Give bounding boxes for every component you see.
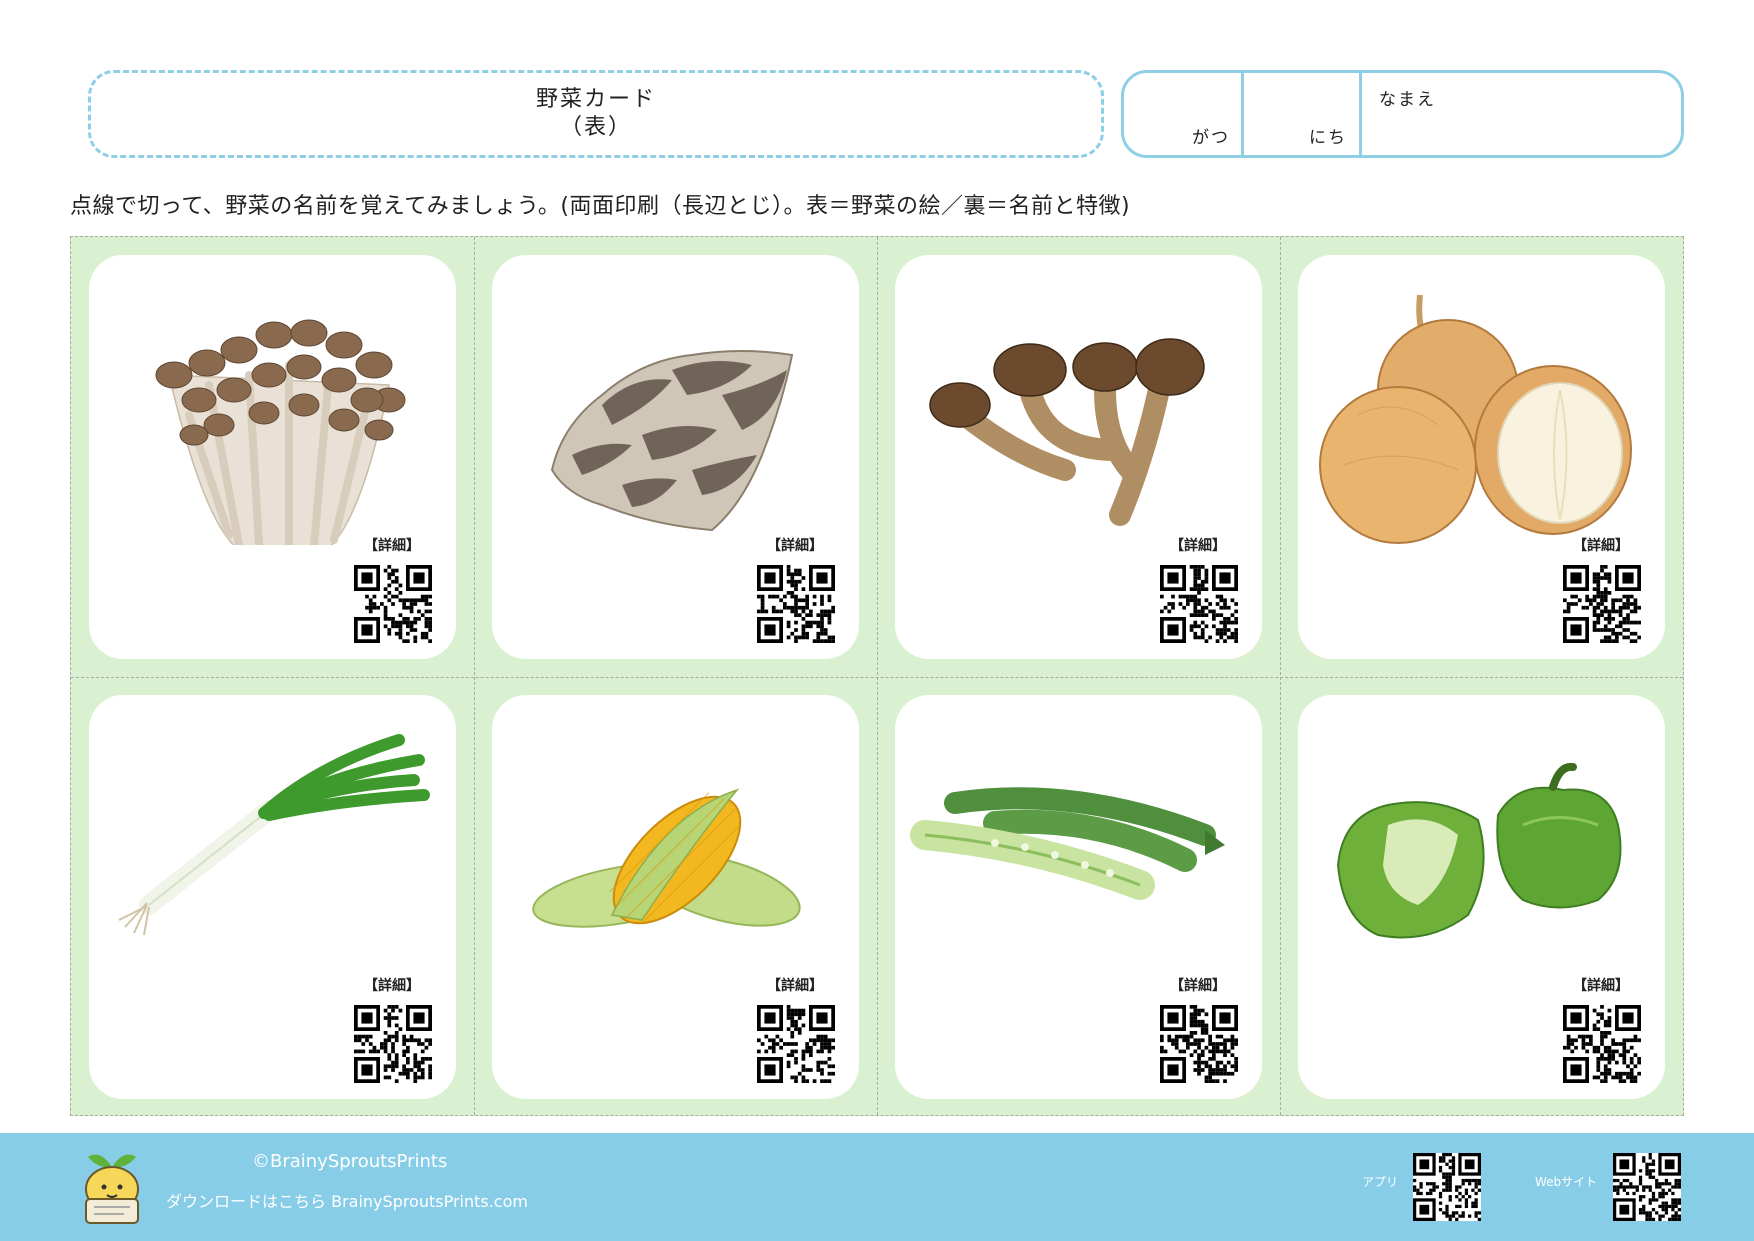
qr-code[interactable] <box>1160 565 1238 643</box>
vegetable-card: 【詳細】 <box>492 695 859 1099</box>
app-qr-code[interactable] <box>1413 1153 1481 1221</box>
qr-code[interactable] <box>757 1005 835 1083</box>
date-name-box: がつ にち なまえ <box>1121 70 1684 158</box>
green-pepper-image <box>1336 762 1622 939</box>
vegetable-card: 【詳細】 <box>895 255 1262 659</box>
card-grid: 【詳細】 【詳細】 【詳細】 【詳細】 【詳細】 【詳細】 【詳細】 【詳細】 <box>70 236 1684 1116</box>
matsutake-mushroom-image <box>929 338 1205 526</box>
detail-label: 【詳細】 <box>1170 978 1226 994</box>
vegetable-card: 【詳細】 <box>89 255 456 659</box>
page-title: 野菜カード <box>535 87 656 112</box>
qr-code[interactable] <box>354 1005 432 1083</box>
detail-label: 【詳細】 <box>767 538 823 554</box>
download-link[interactable]: ダウンロードはこちら BrainySproutsPrints.com <box>166 1188 528 1212</box>
day-label: にち <box>1309 128 1347 148</box>
month-label: がつ <box>1192 128 1230 148</box>
page-subtitle: （表） <box>559 115 632 140</box>
qr-code[interactable] <box>1160 1005 1238 1083</box>
title-box: 野菜カード （表） <box>88 70 1104 158</box>
instructions: 点線で切って、野菜の名前を覚えてみましょう。(両面印刷（長辺とじ）。表＝野菜の絵… <box>70 194 1131 219</box>
okra-image <box>910 787 1225 900</box>
detail-label: 【詳細】 <box>364 538 420 554</box>
vegetable-card: 【詳細】 <box>1298 255 1665 659</box>
website-label: Webサイト <box>1535 1175 1598 1189</box>
name-label: なまえ <box>1379 90 1436 110</box>
corn-image <box>532 788 801 928</box>
app-label: アプリ <box>1362 1175 1399 1189</box>
qr-code[interactable] <box>757 565 835 643</box>
website-qr-code[interactable] <box>1613 1153 1681 1221</box>
qr-code[interactable] <box>1563 565 1641 643</box>
detail-label: 【詳細】 <box>767 978 823 994</box>
footer: ©BrainySproutsPrints ダウンロードはこちら BrainySp… <box>0 1133 1754 1241</box>
green-onion-image <box>118 734 430 936</box>
vegetable-card: 【詳細】 <box>895 695 1262 1099</box>
detail-label: 【詳細】 <box>1573 538 1629 554</box>
vegetable-card: 【詳細】 <box>492 255 859 659</box>
qr-code[interactable] <box>354 565 432 643</box>
qr-code[interactable] <box>1563 1005 1641 1083</box>
maitake-mushroom-image <box>550 350 794 532</box>
vegetable-card: 【詳細】 <box>1298 695 1665 1099</box>
vegetable-card: 【詳細】 <box>89 695 456 1099</box>
detail-label: 【詳細】 <box>1573 978 1629 994</box>
detail-label: 【詳細】 <box>364 978 420 994</box>
onion-image <box>1319 294 1632 544</box>
shimeji-mushroom-image <box>155 319 406 545</box>
detail-label: 【詳細】 <box>1170 538 1226 554</box>
copyright: ©BrainySproutsPrints <box>252 1151 448 1172</box>
sprout-mascot-icon <box>85 1154 139 1224</box>
